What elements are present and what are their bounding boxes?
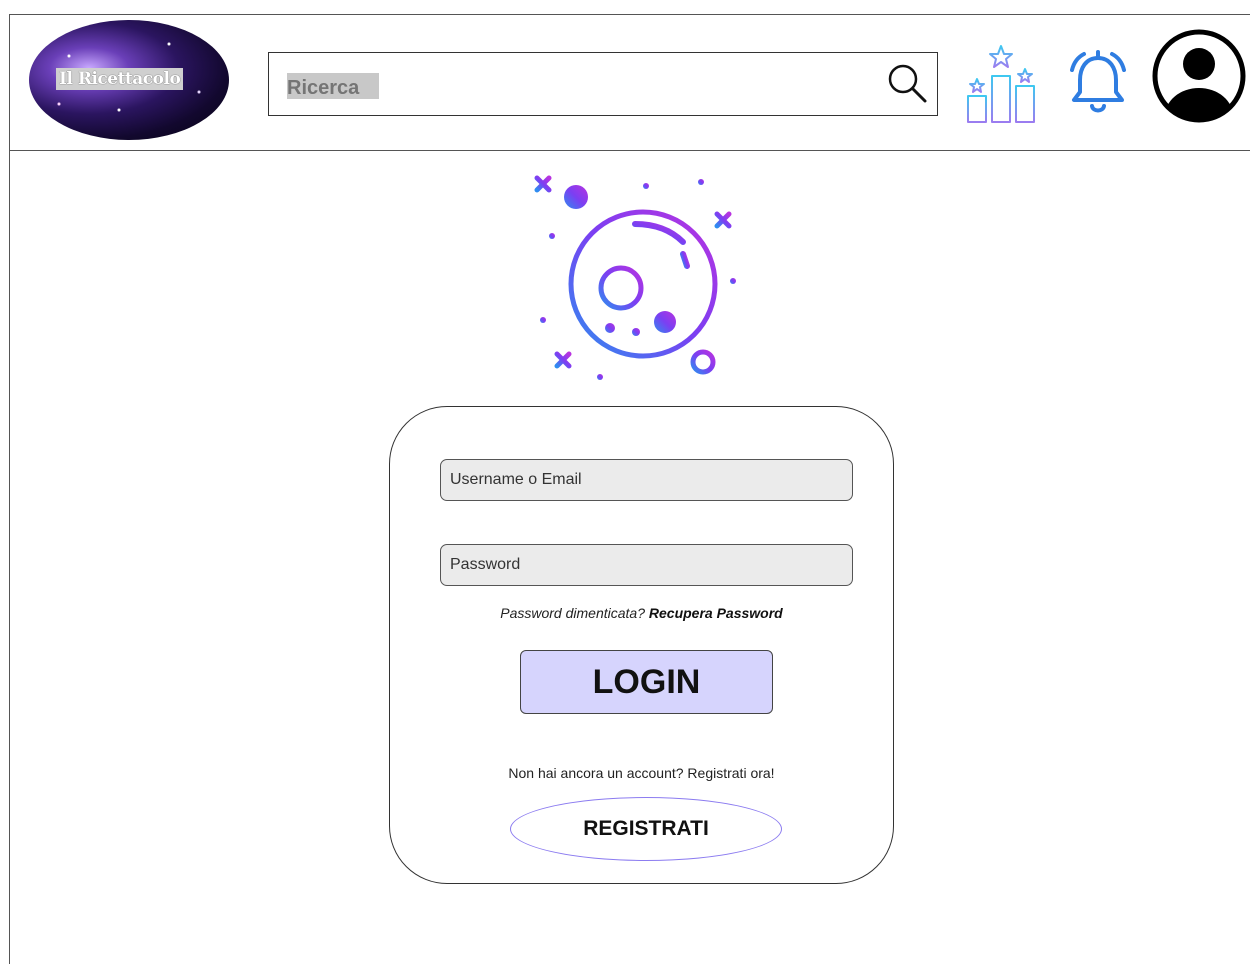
password-input[interactable] <box>440 544 853 586</box>
no-account-text: Non hai ancora un account? Registrati or… <box>508 765 775 781</box>
planet-illustration <box>534 175 736 380</box>
search-icon[interactable] <box>883 59 933 109</box>
search-bar <box>268 52 938 116</box>
forgot-password-text: Password dimenticata? <box>500 605 645 621</box>
register-button[interactable]: REGISTRATI <box>510 797 782 861</box>
user-avatar-icon[interactable] <box>1152 26 1246 126</box>
login-button[interactable]: LOGIN <box>520 650 773 714</box>
bell-icon[interactable] <box>1066 48 1130 120</box>
recover-password-link[interactable]: Recupera Password <box>649 605 783 621</box>
search-input[interactable] <box>287 73 847 103</box>
site-logo[interactable]: Il Ricettacolo <box>29 20 229 140</box>
logo-text: Il Ricettacolo <box>56 68 184 90</box>
ranking-icon[interactable] <box>962 42 1044 126</box>
header-divider <box>9 150 1250 151</box>
username-email-input[interactable] <box>440 459 853 501</box>
forgot-password-line: Password dimenticata? Recupera Password <box>389 605 894 621</box>
